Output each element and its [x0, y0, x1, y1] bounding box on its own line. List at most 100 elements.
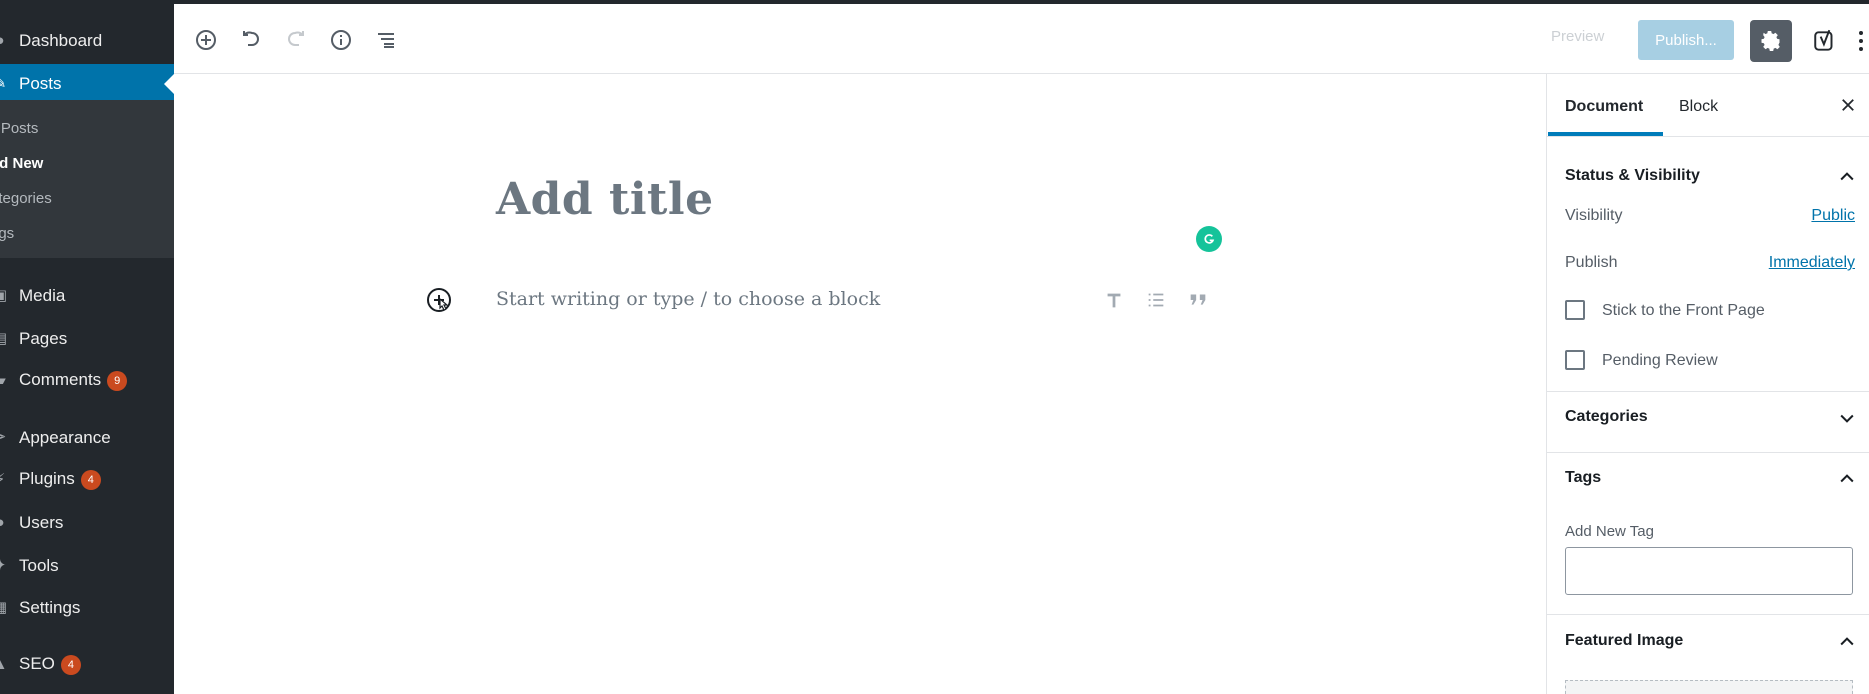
- publish-date-toggle[interactable]: Immediately: [1769, 254, 1855, 272]
- add-tag-label: Add New Tag: [1565, 523, 1654, 540]
- panel-title: Featured Image: [1565, 632, 1684, 649]
- settings-sidebar: Document Block Status & Visibility Visib…: [1546, 74, 1869, 694]
- tags-panel-toggle[interactable]: Tags: [1547, 453, 1869, 503]
- pending-review-label: Pending Review: [1602, 352, 1718, 369]
- add-block-icon: [196, 30, 216, 50]
- menu-item-comments[interactable]: ▰ Comments 9: [0, 361, 174, 401]
- submenu-tags[interactable]: ags: [0, 219, 174, 249]
- add-tag-input[interactable]: [1565, 547, 1853, 595]
- visibility-toggle[interactable]: Public: [1811, 207, 1855, 225]
- submenu-add-new[interactable]: dd New: [0, 149, 174, 179]
- block-inserter-button[interactable]: [425, 286, 453, 314]
- gear-icon: [1761, 31, 1780, 51]
- preview-button[interactable]: Preview: [1551, 28, 1604, 45]
- settings-icon: ▦: [0, 600, 8, 616]
- settings-toggle-button[interactable]: [1750, 20, 1792, 62]
- categories-panel-toggle[interactable]: Categories: [1547, 392, 1869, 442]
- panel-title: Tags: [1565, 469, 1602, 486]
- menu-label: Appearance: [19, 428, 111, 447]
- add-block-button[interactable]: [190, 24, 222, 56]
- more-vertical-icon: [1859, 31, 1863, 51]
- menu-label: Dashboard: [19, 31, 103, 50]
- redo-button[interactable]: [280, 24, 312, 56]
- sidebar-tabs: Document Block: [1547, 74, 1869, 137]
- featured-image-panel-toggle[interactable]: Featured Image: [1547, 616, 1869, 666]
- menu-label: Media: [19, 286, 66, 305]
- pages-icon: ▤: [0, 331, 8, 347]
- menu-item-tools[interactable]: ✦ Tools: [0, 546, 174, 586]
- outline-button[interactable]: [370, 24, 402, 56]
- status-visibility-panel-toggle[interactable]: Status & Visibility: [1547, 151, 1869, 201]
- seo-count-badge: 4: [60, 655, 81, 675]
- dashboard-icon: ◕: [0, 33, 8, 49]
- undo-button[interactable]: [235, 24, 267, 56]
- grammarly-icon: [1204, 234, 1215, 244]
- menu-label: Plugins 4: [19, 469, 101, 491]
- users-icon: ●: [0, 515, 8, 531]
- menu-label-text: Plugins: [19, 469, 75, 488]
- close-icon: [1842, 99, 1854, 111]
- menu-item-seo[interactable]: ▲ SEO 4: [0, 645, 174, 685]
- add-heading-button[interactable]: [1098, 284, 1130, 316]
- sticky-label: Stick to the Front Page: [1602, 302, 1765, 319]
- submenu-label: ategories: [0, 190, 52, 207]
- menu-item-posts[interactable]: ✎ Posts: [0, 64, 174, 104]
- menu-item-pages[interactable]: ▤ Pages: [0, 319, 174, 359]
- menu-label: Users: [19, 513, 64, 532]
- panel-title: Status & Visibility: [1565, 167, 1700, 184]
- pending-review-checkbox[interactable]: [1565, 350, 1585, 370]
- redo-icon: [288, 31, 304, 46]
- comments-count-badge: 9: [107, 371, 128, 391]
- submenu-all-posts[interactable]: ll Posts: [0, 114, 174, 144]
- sticky-checkbox[interactable]: [1565, 300, 1585, 320]
- panel-divider: [1547, 614, 1869, 615]
- chevron-up-icon: [1840, 172, 1854, 181]
- menu-label-text: SEO: [19, 654, 55, 673]
- editor-header: Preview Publish...: [174, 4, 1869, 74]
- submenu-categories[interactable]: ategories: [0, 184, 174, 214]
- publish-label: Publish: [1565, 254, 1618, 271]
- menu-label: SEO 4: [19, 654, 81, 676]
- outline-icon: [378, 33, 394, 48]
- submenu-label: dd New: [0, 155, 44, 172]
- menu-item-plugins[interactable]: ⚡ Plugins 4: [0, 460, 174, 500]
- heading-icon: [1107, 293, 1121, 308]
- close-sidebar-button[interactable]: [1837, 94, 1859, 116]
- add-list-button[interactable]: [1140, 284, 1172, 316]
- grammarly-button[interactable]: [1196, 226, 1222, 252]
- plus-circle-icon: [427, 288, 451, 312]
- menu-label: Settings: [19, 598, 81, 617]
- list-icon: [1148, 293, 1164, 307]
- add-quote-button[interactable]: [1182, 284, 1214, 316]
- menu-label: Pages: [19, 329, 68, 348]
- active-arrow: [164, 74, 174, 94]
- panel-title: Categories: [1565, 408, 1648, 425]
- featured-image-dropzone[interactable]: [1565, 680, 1853, 694]
- menu-item-dashboard[interactable]: ◕ Dashboard: [0, 21, 174, 61]
- pin-icon: ✎: [0, 76, 8, 92]
- info-button[interactable]: [325, 24, 357, 56]
- info-icon: [331, 30, 351, 50]
- menu-item-media[interactable]: ▣ Media: [0, 276, 174, 316]
- quote-icon: [1190, 294, 1206, 305]
- default-block-placeholder[interactable]: Start writing or type / to choose a bloc…: [496, 288, 880, 310]
- menu-item-users[interactable]: ● Users: [0, 503, 174, 543]
- plugins-count-badge: 4: [80, 470, 101, 490]
- posts-submenu: ll Posts dd New ategories ags: [0, 100, 174, 258]
- post-title-input[interactable]: Add title: [496, 174, 714, 225]
- tab-block[interactable]: Block: [1679, 98, 1718, 116]
- yoast-button[interactable]: [1808, 24, 1842, 58]
- menu-item-settings[interactable]: ▦ Settings: [0, 588, 174, 628]
- tab-document[interactable]: Document: [1565, 98, 1643, 116]
- publish-button[interactable]: Publish...: [1638, 20, 1734, 60]
- chevron-down-icon: [1840, 414, 1854, 423]
- chevron-up-icon: [1840, 637, 1854, 646]
- admin-sidebar: ◕ Dashboard ✎ Posts ll Posts dd New ateg…: [0, 4, 174, 694]
- more-options-button[interactable]: [1854, 24, 1868, 58]
- submenu-label: ags: [0, 225, 15, 242]
- editor-canvas: Add title Start writing or type / to cho…: [174, 74, 1546, 694]
- active-tab-indicator: [1548, 132, 1663, 136]
- comments-icon: ▰: [0, 373, 8, 389]
- menu-item-appearance[interactable]: ✒ Appearance: [0, 418, 174, 458]
- yoast-icon: [1814, 29, 1833, 51]
